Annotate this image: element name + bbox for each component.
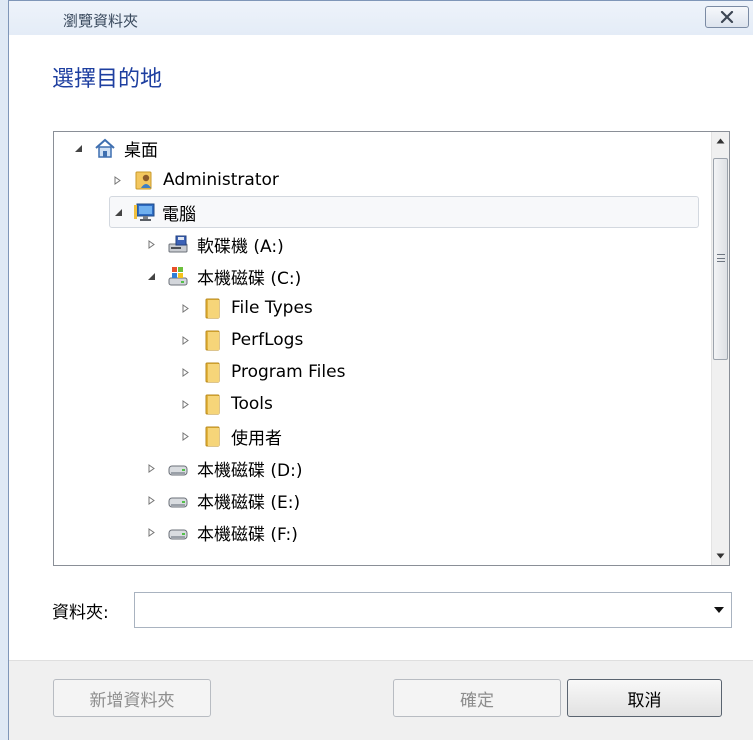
new-folder-button[interactable]: 新增資料夾 (53, 679, 211, 717)
user-folder-icon (133, 169, 155, 191)
window-title: 瀏覽資料夾 (63, 12, 139, 30)
tree-item-local-disk-c[interactable]: 本機磁碟 (C:) (143, 260, 301, 292)
folder-field-label: 資料夾: (52, 603, 109, 623)
tree-item-local-disk-f[interactable]: 本機磁碟 (F:) (143, 516, 298, 548)
tree-item-administrator[interactable]: Administrator (109, 164, 279, 196)
folder-tree[interactable]: 桌面 Administrator 電腦 軟碟機 (A:) 本機磁碟 (C:) F… (53, 131, 730, 566)
tree-item-tools[interactable]: Tools (177, 388, 273, 420)
hard-drive-icon (167, 489, 189, 511)
collapsed-arrow-icon[interactable] (143, 495, 159, 505)
tree-item-computer[interactable]: 電腦 (109, 196, 699, 228)
scroll-up-button[interactable] (712, 132, 729, 150)
collapsed-arrow-icon[interactable] (177, 431, 193, 441)
tree-item-program-files[interactable]: Program Files (177, 356, 345, 388)
tree-item-label: 電腦 (162, 204, 196, 225)
tree-item-label: PerfLogs (231, 330, 304, 350)
desktop-icon (94, 137, 116, 159)
folder-icon (201, 297, 223, 319)
expanded-arrow-icon[interactable] (110, 208, 126, 217)
cancel-button[interactable]: 取消 (567, 679, 722, 717)
browse-folder-dialog: 瀏覽資料夾 選擇目的地 桌面 Administrator 電腦 軟碟機 (A:)… (8, 0, 753, 740)
tree-item-local-disk-d[interactable]: 本機磁碟 (D:) (143, 452, 303, 484)
collapsed-arrow-icon[interactable] (177, 367, 193, 377)
hard-drive-icon (167, 521, 189, 543)
folder-icon (201, 329, 223, 351)
collapsed-arrow-icon[interactable] (177, 399, 193, 409)
tree-item-label: Program Files (231, 362, 346, 382)
tree-item-label: Administrator (163, 170, 279, 190)
floppy-drive-icon (167, 233, 189, 255)
tree-item-label: File Types (231, 298, 313, 318)
tree-item-label: 本機磁碟 (C:) (197, 268, 302, 289)
title-bar[interactable]: 瀏覽資料夾 (9, 1, 753, 35)
tree-item-label: 本機磁碟 (F:) (197, 524, 298, 545)
tree-item-label: 本機磁碟 (E:) (197, 492, 301, 513)
folder-input[interactable] (135, 593, 705, 627)
collapsed-arrow-icon[interactable] (177, 303, 193, 313)
collapsed-arrow-icon[interactable] (143, 527, 159, 537)
instruction-heading: 選擇目的地 (52, 67, 163, 92)
tree-item-floppy-a[interactable]: 軟碟機 (A:) (143, 228, 284, 260)
scroll-thumb[interactable] (713, 158, 728, 360)
scroll-grip-icon (717, 254, 725, 262)
expanded-arrow-icon[interactable] (70, 144, 86, 153)
scroll-down-button[interactable] (712, 547, 729, 565)
collapsed-arrow-icon[interactable] (109, 175, 125, 185)
tree-item-label: 本機磁碟 (D:) (197, 460, 303, 481)
dialog-footer: 新增資料夾 確定 取消 (9, 660, 753, 740)
close-icon (720, 11, 734, 23)
system-drive-icon (167, 265, 189, 287)
expanded-arrow-icon[interactable] (143, 272, 159, 281)
folder-combobox[interactable] (134, 592, 732, 628)
folder-icon (201, 425, 223, 447)
folder-icon (201, 361, 223, 383)
scroll-up-arrow-icon (716, 138, 725, 144)
collapsed-arrow-icon[interactable] (177, 335, 193, 345)
chevron-down-icon[interactable] (713, 606, 725, 614)
collapsed-arrow-icon[interactable] (143, 239, 159, 249)
close-button[interactable] (705, 6, 749, 28)
ok-button[interactable]: 確定 (393, 679, 561, 717)
tree-item-file-types[interactable]: File Types (177, 292, 313, 324)
tree-item-label: Tools (231, 394, 273, 414)
tree-item-local-disk-e[interactable]: 本機磁碟 (E:) (143, 484, 300, 516)
folder-icon (201, 393, 223, 415)
scroll-down-arrow-icon (716, 553, 725, 559)
tree-item-label: 軟碟機 (A:) (197, 236, 284, 257)
tree-scrollbar[interactable] (711, 132, 729, 565)
tree-item-label: 桌面 (124, 140, 158, 161)
hard-drive-icon (167, 457, 189, 479)
tree-item-users[interactable]: 使用者 (177, 420, 282, 452)
computer-icon (134, 201, 156, 223)
collapsed-arrow-icon[interactable] (143, 463, 159, 473)
tree-item-perflogs[interactable]: PerfLogs (177, 324, 303, 356)
tree-item-desktop[interactable]: 桌面 (70, 132, 158, 164)
tree-item-label: 使用者 (231, 428, 282, 449)
